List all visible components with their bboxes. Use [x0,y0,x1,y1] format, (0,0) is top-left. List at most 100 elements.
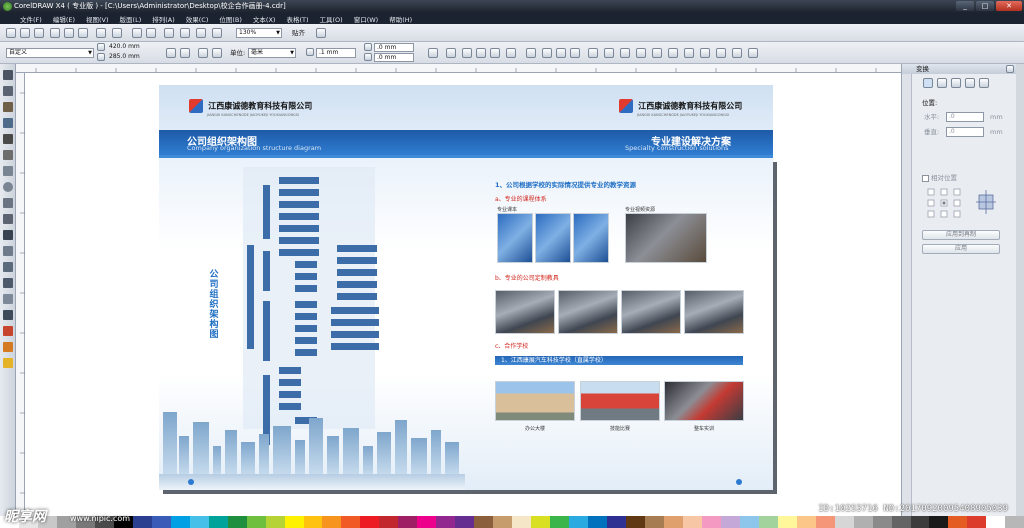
polygon-tool-icon[interactable] [3,198,13,208]
zoom-level-select[interactable]: 130% ▼ [236,28,282,38]
ellipse-tool-icon[interactable] [3,182,13,192]
snap-to-guidelines-icon[interactable] [476,48,486,58]
paper-width-field[interactable]: 420.0 mm [107,43,153,52]
units-select[interactable]: 毫米 ▼ [248,48,296,58]
options-icon[interactable] [316,28,326,38]
undo-icon[interactable] [96,28,106,38]
paper-height-field[interactable]: 285.0 mm [107,53,153,62]
nudge-distance-field[interactable]: .1 mm [316,48,356,58]
close-button[interactable]: ✕ [996,1,1022,11]
right-page[interactable]: 江西康诚德教育科技有限公司 JIANGXI KANGCHENGDE JIAOYU… [465,85,773,490]
interactive-fill-icon[interactable] [3,358,13,368]
smart-fill-icon[interactable] [3,150,13,160]
unit-drawing-icon[interactable] [428,48,438,58]
menu-help[interactable]: 帮助(H) [389,14,412,24]
image-icon[interactable] [748,48,758,58]
left-page[interactable]: 江西康诚德教育科技有限公司 JIANGXI KANGCHENGDE JIAOYU… [159,85,465,490]
application-launcher-icon[interactable] [180,28,190,38]
menu-layout[interactable]: 版面(L) [120,14,142,24]
rectangle-tool-icon[interactable] [3,166,13,176]
snap-to-dropdown[interactable]: 贴齐 [292,28,305,38]
snap-to-grid-icon[interactable] [462,48,472,58]
minimize-button[interactable]: _ [956,1,974,11]
welcome-screen-icon[interactable] [196,28,206,38]
export-icon[interactable] [146,28,156,38]
apply-button[interactable]: 应用 [922,244,1000,254]
menu-arrange[interactable]: 排列(A) [152,14,175,24]
paper-size-select[interactable]: 自定义 ▼ [6,48,94,58]
relative-position-checkbox[interactable] [922,175,929,182]
current-page-icon[interactable] [212,48,222,58]
pick-tool-icon[interactable] [3,70,13,80]
outline-tool-icon[interactable] [3,326,13,336]
weld-icon[interactable] [684,48,694,58]
vertical-position-field[interactable]: .0 [946,127,984,137]
break-apart-icon[interactable] [668,48,678,58]
duplicate-y-field[interactable]: .0 mm [374,53,414,62]
position-tab-icon[interactable] [923,78,933,88]
open-icon[interactable] [20,28,30,38]
user-icon[interactable] [588,48,598,58]
all-pages-icon[interactable] [198,48,208,58]
landscape-icon[interactable] [180,48,190,58]
crop-tool-icon[interactable] [3,102,13,112]
menu-bitmaps[interactable]: 位图(B) [219,14,242,24]
docker-close-icon[interactable] [1006,65,1014,73]
copy-icon[interactable] [64,28,74,38]
duplicate-x-field[interactable]: .0 mm [374,43,414,52]
import-icon[interactable] [132,28,142,38]
connector-tool-icon[interactable] [3,278,13,288]
dynamic-guides-icon[interactable] [506,48,516,58]
options-icon[interactable] [526,48,536,58]
new-document-icon[interactable] [6,28,16,38]
paste-icon[interactable] [78,28,88,38]
skew-tab-icon[interactable] [979,78,989,88]
combine-icon[interactable] [652,48,662,58]
drawing-canvas[interactable]: 江西康诚德教育科技有限公司 JIANGXI KANGCHENGDE JIAOYU… [25,73,901,516]
apply-to-duplicate-button[interactable]: 应用到再制 [922,230,1000,240]
text-tool-icon[interactable] [3,230,13,240]
intersect-icon[interactable] [716,48,726,58]
zoom-tool-icon[interactable] [3,118,13,128]
shape-tool-icon[interactable] [3,86,13,96]
transform-icon[interactable] [556,48,566,58]
docker-scrollbar[interactable] [902,74,912,516]
trim-icon[interactable] [700,48,710,58]
redo-icon[interactable] [112,28,122,38]
scale-tab-icon[interactable] [951,78,961,88]
grid-icon[interactable] [542,48,552,58]
align-icon[interactable] [604,48,614,58]
eyedropper-tool-icon[interactable] [3,310,13,320]
rotate-tab-icon[interactable] [937,78,947,88]
menu-window[interactable]: 窗口(W) [354,14,379,24]
menu-edit[interactable]: 编辑(E) [53,14,75,24]
dimension-tool-icon[interactable] [3,262,13,272]
arrange-icon[interactable] [570,48,580,58]
basic-shapes-icon[interactable] [3,214,13,224]
ungroup-icon[interactable] [636,48,646,58]
cut-icon[interactable] [50,28,60,38]
fill-tool-icon[interactable] [3,342,13,352]
blend-tool-icon[interactable] [3,294,13,304]
treat-as-filled-icon[interactable] [446,48,456,58]
docker-side-tabs[interactable] [1016,64,1024,516]
table-tool-icon[interactable] [3,246,13,256]
menu-text[interactable]: 文本(X) [253,14,276,24]
text-icon[interactable] [732,48,742,58]
menu-file[interactable]: 文件(F) [20,14,42,24]
size-tab-icon[interactable] [965,78,975,88]
horizontal-position-field[interactable]: .0 [946,112,984,122]
menu-table[interactable]: 表格(T) [286,14,308,24]
freehand-tool-icon[interactable] [3,134,13,144]
print-icon[interactable] [164,28,174,38]
anchor-grid[interactable] [926,188,962,218]
save-icon[interactable] [34,28,44,38]
portrait-icon[interactable] [166,48,176,58]
color-palette[interactable] [0,516,1024,528]
group-icon[interactable] [620,48,630,58]
menu-tools[interactable]: 工具(O) [320,14,343,24]
menu-effects[interactable]: 效果(C) [186,14,209,24]
menu-view[interactable]: 视图(V) [86,14,109,24]
snap-to-objects-icon[interactable] [490,48,500,58]
maximize-button[interactable]: □ [976,1,994,11]
